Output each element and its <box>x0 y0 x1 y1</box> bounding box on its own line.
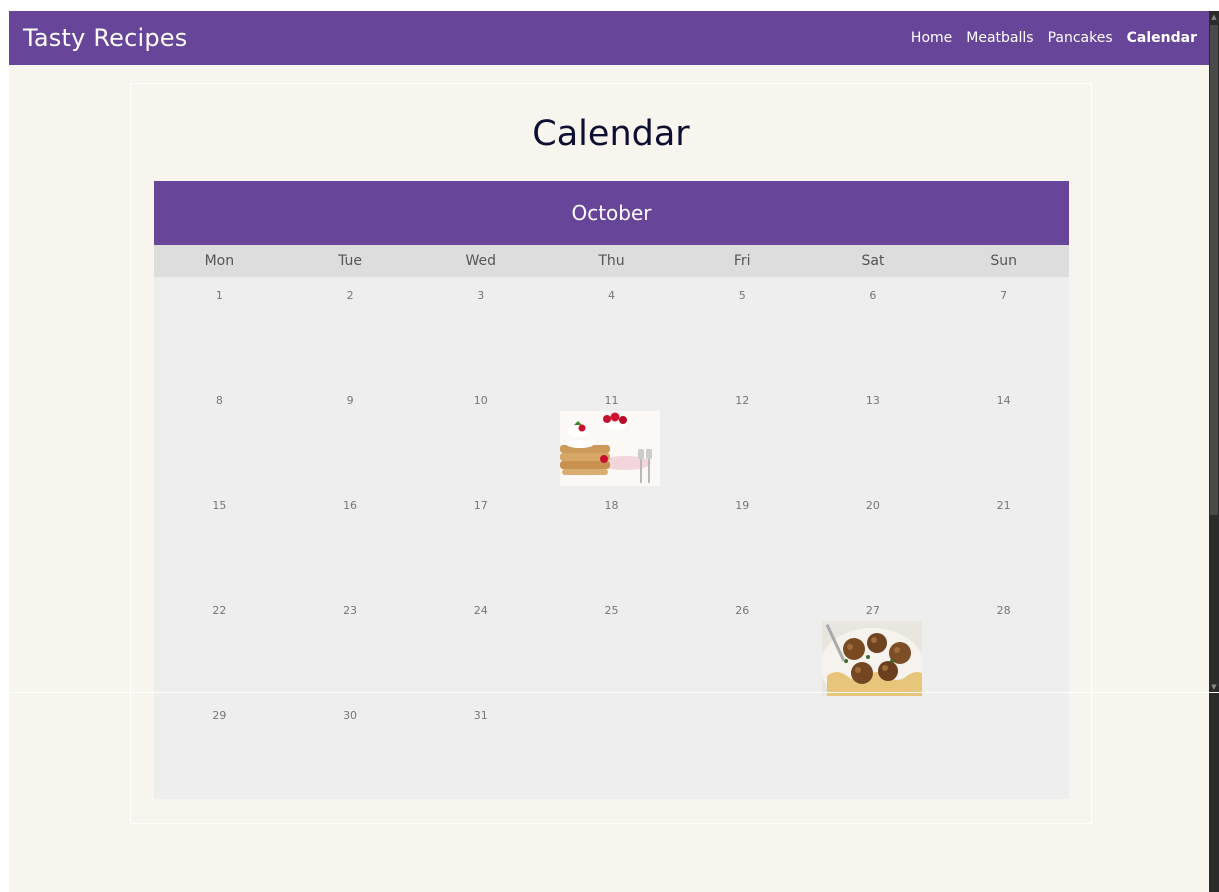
day-number: 20 <box>865 499 880 512</box>
day-number: 11 <box>604 394 619 407</box>
day-number: 7 <box>1000 289 1008 302</box>
day-number: 1 <box>215 289 223 302</box>
day-number: 25 <box>604 604 619 617</box>
nav-link-home[interactable]: Home <box>911 30 952 46</box>
day-number: 6 <box>869 289 877 302</box>
calendar-day: 21 <box>938 487 1069 592</box>
day-number: 22 <box>212 604 227 617</box>
calendar-day: 15 <box>154 487 285 592</box>
day-number: 18 <box>604 499 619 512</box>
day-number: 24 <box>473 604 488 617</box>
day-number: 15 <box>212 499 227 512</box>
day-number: 30 <box>343 709 358 722</box>
nav-link-meatballs[interactable]: Meatballs <box>966 30 1033 46</box>
weekday-wed: Wed <box>465 253 497 269</box>
day-number: 27 <box>865 604 880 617</box>
day-number: 8 <box>215 394 223 407</box>
calendar-day: 17 <box>415 487 546 592</box>
day-number: 26 <box>735 604 750 617</box>
calendar-day: 28 <box>938 592 1069 697</box>
weekday-thu: Thu <box>598 253 625 269</box>
navbar: Tasty Recipes Home Meatballs Pancakes Ca… <box>9 11 1209 65</box>
page-title: Calendar <box>532 114 690 154</box>
day-number: 29 <box>212 709 227 722</box>
weekday-sun: Sun <box>990 253 1017 269</box>
calendar: October Mon Tue Wed Thu Fri Sat Sun 1 2 … <box>154 181 1069 799</box>
calendar-day: 30 <box>285 697 416 802</box>
calendar-day: 9 <box>285 382 416 487</box>
brand-logo-link[interactable]: Tasty Recipes <box>23 24 187 52</box>
weekday-fri: Fri <box>733 253 751 269</box>
calendar-day: 31 <box>415 697 546 802</box>
day-number: 12 <box>735 394 750 407</box>
day-number: 19 <box>735 499 750 512</box>
calendar-day-with-recipe: 27 <box>808 592 939 697</box>
calendar-day: 19 <box>677 487 808 592</box>
weekday-sat: Sat <box>861 253 885 269</box>
calendar-day-with-recipe: 11 <box>546 382 677 487</box>
day-number: 31 <box>473 709 488 722</box>
day-number: 13 <box>865 394 880 407</box>
calendar-day: 6 <box>808 277 939 382</box>
calendar-day: 7 <box>938 277 1069 382</box>
viewport-top-strip <box>0 0 1219 11</box>
day-number: 9 <box>346 394 354 407</box>
day-number: 14 <box>996 394 1011 407</box>
day-number: 21 <box>996 499 1011 512</box>
nav-links: Home Meatballs Pancakes Calendar <box>911 30 1197 46</box>
calendar-day: 3 <box>415 277 546 382</box>
nav-link-calendar[interactable]: Calendar <box>1127 30 1197 46</box>
day-number: 23 <box>343 604 358 617</box>
scroll-up-arrow-icon[interactable]: ▲ <box>1209 11 1219 23</box>
calendar-day: 29 <box>154 697 285 802</box>
calendar-day: 26 <box>677 592 808 697</box>
calendar-day: 5 <box>677 277 808 382</box>
calendar-day: 23 <box>285 592 416 697</box>
scrollbar-thumb[interactable] <box>1210 25 1218 515</box>
day-number: 3 <box>477 289 485 302</box>
calendar-day: 22 <box>154 592 285 697</box>
calendar-day: 20 <box>808 487 939 592</box>
weekday-tue: Tue <box>338 253 363 269</box>
month-header: October <box>154 181 1069 245</box>
weekday-row: Mon Tue Wed Thu Fri Sat Sun <box>154 245 1069 277</box>
calendar-day: 4 <box>546 277 677 382</box>
nav-link-pancakes[interactable]: Pancakes <box>1048 30 1113 46</box>
calendar-day: 12 <box>677 382 808 487</box>
pancakes-image[interactable] <box>560 411 661 486</box>
calendar-day: 10 <box>415 382 546 487</box>
calendar-day: 24 <box>415 592 546 697</box>
day-number: 4 <box>607 289 615 302</box>
calendar-grid: 1 2 3 4 5 6 7 8 9 10 11 12 13 14 15 16 1… <box>154 277 1069 802</box>
day-number: 16 <box>343 499 358 512</box>
calendar-day: 1 <box>154 277 285 382</box>
calendar-day: 16 <box>285 487 416 592</box>
calendar-day: 13 <box>808 382 939 487</box>
viewport-fold-line <box>9 692 1219 693</box>
day-number: 2 <box>346 289 354 302</box>
content-card: Calendar October Mon Tue Wed Thu Fri Sat… <box>130 83 1092 824</box>
vertical-scrollbar[interactable]: ▲ ▼ <box>1209 11 1219 892</box>
weekday-mon: Mon <box>204 253 235 269</box>
day-number: 5 <box>738 289 746 302</box>
day-number: 10 <box>473 394 488 407</box>
calendar-day: 14 <box>938 382 1069 487</box>
calendar-day: 2 <box>285 277 416 382</box>
meatballs-image[interactable] <box>821 621 922 696</box>
calendar-day: 18 <box>546 487 677 592</box>
day-number: 28 <box>996 604 1011 617</box>
page: Tasty Recipes Home Meatballs Pancakes Ca… <box>9 11 1209 892</box>
day-number: 17 <box>473 499 488 512</box>
calendar-day: 25 <box>546 592 677 697</box>
calendar-day: 8 <box>154 382 285 487</box>
